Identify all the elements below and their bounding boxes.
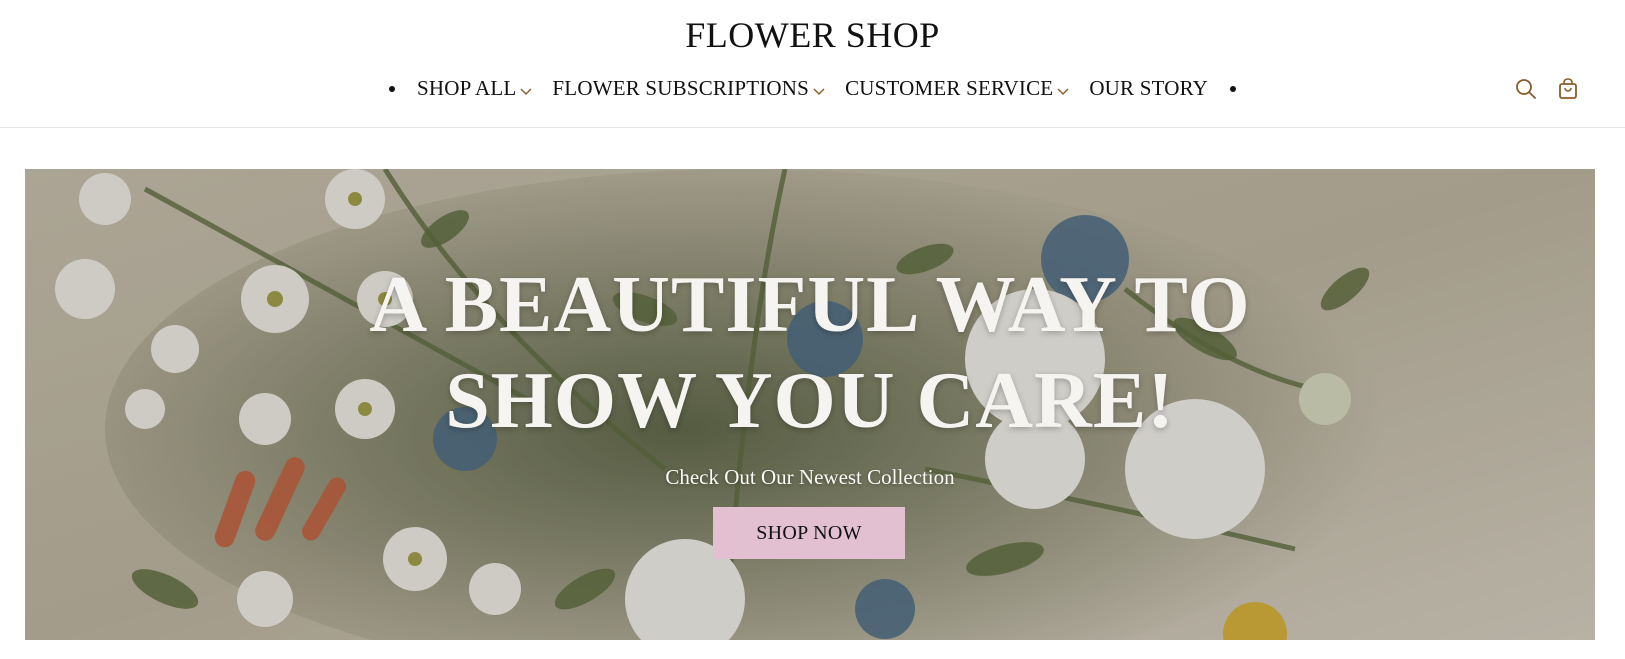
nav-item-label: FLOWER SUBSCRIPTIONS	[552, 76, 810, 100]
hero-title-line-1: A BEAUTIFUL WAY TO	[369, 261, 1251, 349]
site-logo[interactable]: FLOWER SHOP	[0, 14, 1625, 56]
main-nav: SHOP ALL FLOWER SUBSCRIPTIONS CUSTOMER S…	[0, 75, 1625, 102]
nav-item-customer-service[interactable]: CUSTOMER SERVICE	[845, 75, 1069, 102]
hero-title-line-2: SHOW YOU CARE!	[445, 357, 1175, 445]
hero-banner: A BEAUTIFUL WAY TO SHOW YOU CARE! Check …	[25, 169, 1595, 640]
nav-item-label: OUR STORY	[1089, 76, 1209, 100]
nav-item-label: CUSTOMER SERVICE	[845, 76, 1054, 100]
nav-bullet	[1230, 85, 1237, 92]
header-actions	[1515, 78, 1579, 100]
hero-title: A BEAUTIFUL WAY TO SHOW YOU CARE!	[25, 257, 1595, 449]
hero-subtitle: Check Out Our Newest Collection	[665, 465, 955, 489]
shop-now-button[interactable]: SHOP NOW	[713, 507, 905, 559]
search-icon[interactable]	[1515, 78, 1537, 100]
nav-bullet	[388, 85, 395, 92]
chevron-down-icon	[813, 77, 825, 102]
shopping-bag-icon[interactable]	[1557, 78, 1579, 100]
site-header: FLOWER SHOP SHOP ALL FLOWER SUBSCRIPTION…	[0, 0, 1625, 128]
nav-item-label: SHOP ALL	[416, 76, 517, 100]
chevron-down-icon	[1057, 77, 1069, 102]
nav-item-shop-all[interactable]: SHOP ALL	[417, 75, 532, 102]
chevron-down-icon	[520, 77, 532, 102]
nav-item-our-story[interactable]: OUR STORY	[1089, 76, 1208, 101]
nav-item-flower-subscriptions[interactable]: FLOWER SUBSCRIPTIONS	[552, 75, 825, 102]
